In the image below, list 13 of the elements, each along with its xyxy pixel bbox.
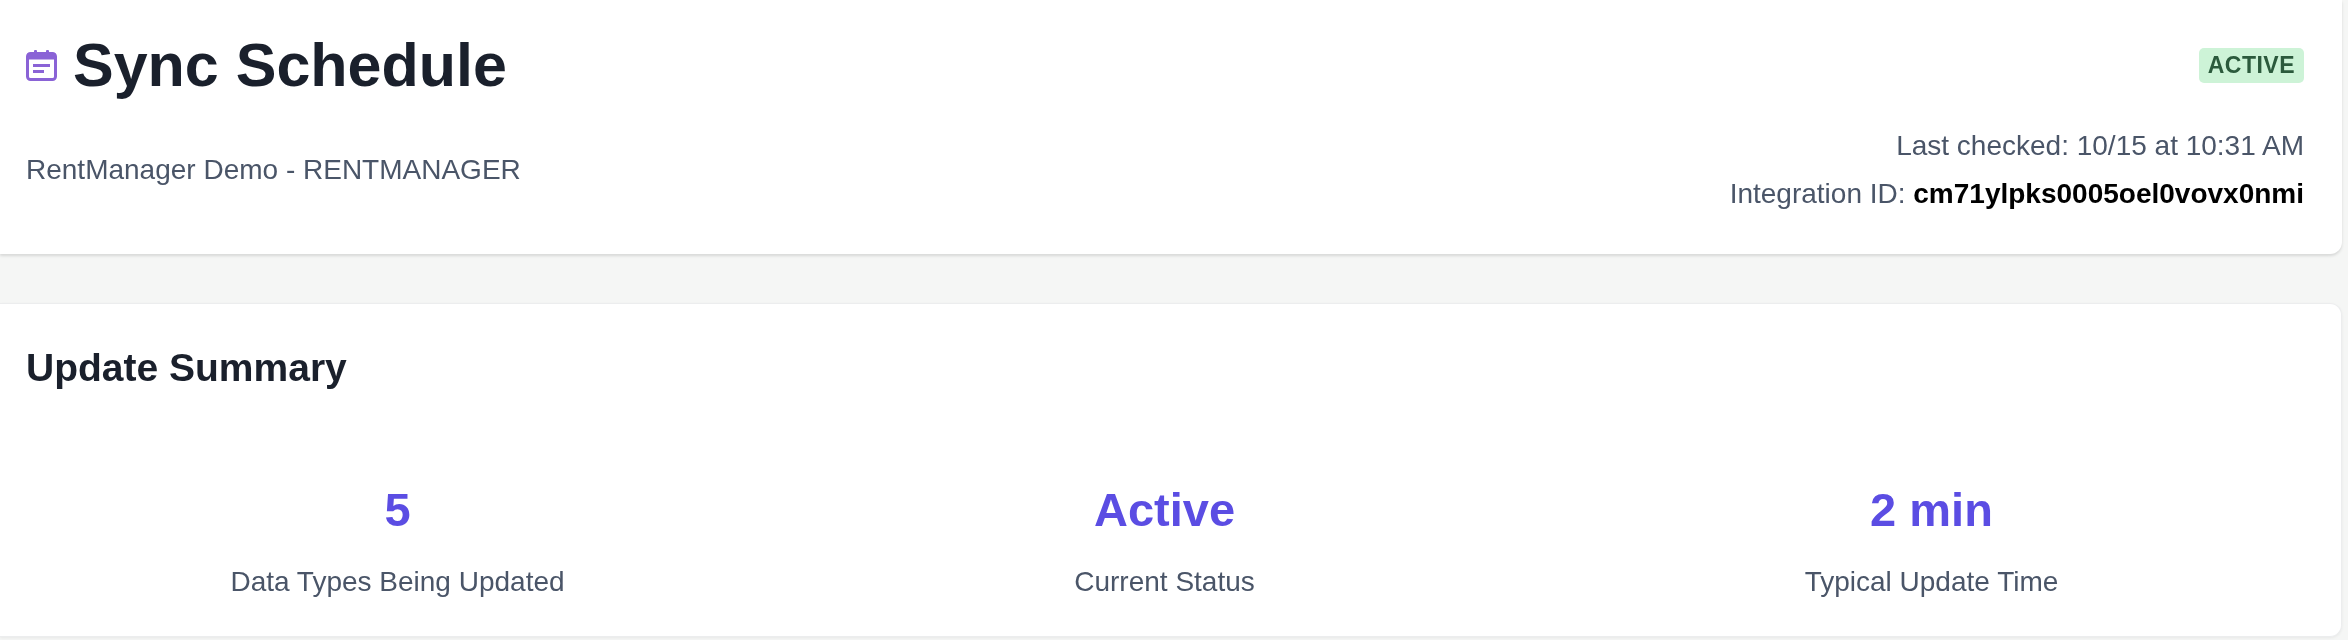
status-badge: ACTIVE (2198, 48, 2304, 84)
calendar-icon (26, 50, 57, 82)
stat-label: Typical Update Time (1803, 565, 2060, 600)
section-title: Update Summary (26, 345, 348, 392)
stat-label: Current Status (1073, 565, 1256, 600)
integration-subtitle: RentManager Demo - RENTMANAGER (26, 153, 521, 188)
stat-label: Data Types Being Updated (229, 565, 566, 600)
stat-value: Active (1092, 482, 1237, 538)
last-checked-text: Last checked: 10/15 at 10:31 AM (1896, 129, 2304, 164)
stat-value: 2 min (1869, 482, 1994, 538)
page-title: Sync Schedule (73, 30, 507, 101)
stat-value: 5 (383, 482, 412, 538)
integration-id-text: Integration ID: cm71ylpks0005oel0vovx0nmi (1729, 177, 2304, 212)
